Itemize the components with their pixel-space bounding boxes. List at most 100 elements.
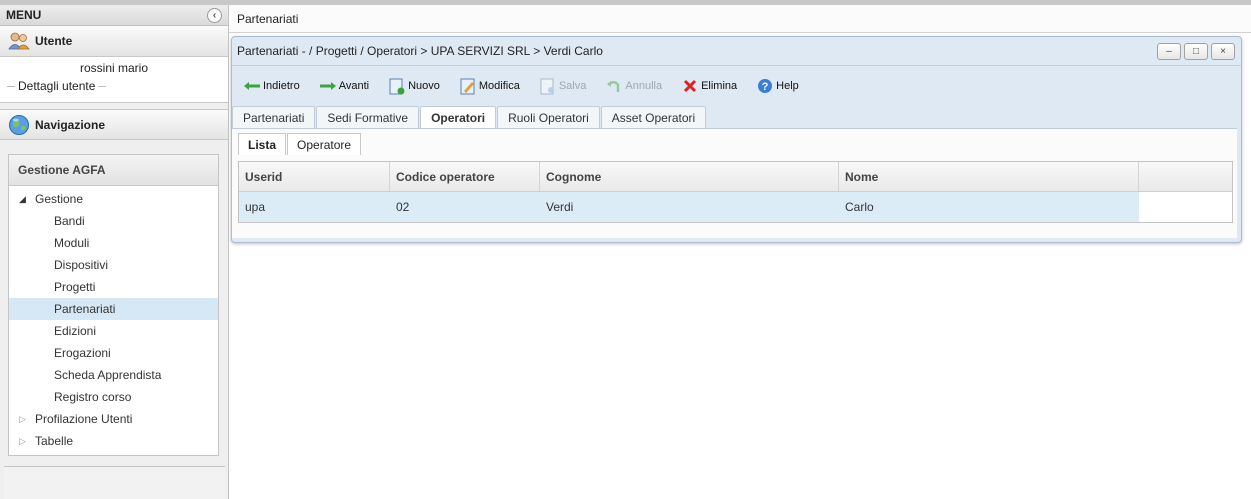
sub-tabs: Lista Operatore: [238, 133, 1233, 155]
save-button[interactable]: Salva: [539, 77, 587, 95]
forward-button[interactable]: Avanti: [319, 77, 369, 95]
tree-item-label: Scheda Apprendista: [54, 368, 162, 382]
tab-partenariati[interactable]: Partenariati: [232, 106, 316, 128]
new-document-icon: [388, 77, 406, 95]
user-details-row: Dettagli utente: [0, 79, 228, 93]
arrow-right-icon: [319, 77, 337, 95]
edit-icon: [459, 77, 477, 95]
utente-header[interactable]: Utente: [0, 26, 228, 57]
maximize-icon[interactable]: □: [1184, 43, 1208, 60]
navigation-tree: Gestione AGFA ◢ Gestione Bandi Moduli Di…: [8, 154, 219, 456]
tab-asset-operatori[interactable]: Asset Operatori: [600, 106, 707, 128]
cell-cognome: Verdi: [540, 192, 839, 222]
tab-operatori[interactable]: Operatori: [420, 106, 497, 128]
user-details-link[interactable]: Dettagli utente: [18, 79, 95, 93]
sidebar-bottom-panel: [4, 466, 225, 499]
tab-sedi-formative[interactable]: Sedi Formative: [316, 106, 420, 128]
column-header-nome[interactable]: Nome: [839, 162, 1139, 191]
operatori-panel: Lista Operatore Userid Codice operatore …: [232, 128, 1237, 238]
tree-item-moduli[interactable]: Moduli: [9, 232, 218, 254]
column-header-userid[interactable]: Userid: [239, 162, 390, 191]
tree-item-label: Bandi: [54, 214, 85, 228]
table-row[interactable]: upa 02 Verdi Carlo: [239, 192, 1232, 222]
tree-item-edizioni[interactable]: Edizioni: [9, 320, 218, 342]
tab-ruoli-operatori[interactable]: Ruoli Operatori: [497, 106, 600, 128]
toolbar: Indietro Avanti Nuovo Modifica Salva Ann…: [232, 66, 1241, 106]
divider: [7, 85, 15, 87]
tree-item-scheda-apprendista[interactable]: Scheda Apprendista: [9, 364, 218, 386]
column-header-codice-operatore[interactable]: Codice operatore: [390, 162, 540, 191]
divider: [98, 85, 107, 87]
tree-item-tabelle[interactable]: ▷ Tabelle: [9, 430, 218, 452]
tree-title: Gestione AGFA: [9, 155, 218, 186]
tree-item-gestione[interactable]: ◢ Gestione: [9, 188, 218, 210]
tree-item-label: Registro corso: [54, 390, 132, 404]
tree-item-label: Dispositivi: [54, 258, 109, 272]
tree-item-label: Partenariati: [54, 302, 116, 316]
minimize-icon[interactable]: –: [1157, 43, 1181, 60]
cancel-button[interactable]: Annulla: [605, 77, 662, 95]
menu-title: MENU: [6, 8, 42, 22]
delete-x-icon: [681, 77, 699, 95]
column-header-cognome[interactable]: Cognome: [540, 162, 839, 191]
tree-item-progetti[interactable]: Progetti: [9, 276, 218, 298]
back-label: Indietro: [263, 80, 300, 92]
tree-item-label: Erogazioni: [54, 346, 111, 360]
back-button[interactable]: Indietro: [243, 77, 300, 95]
undo-icon: [605, 77, 623, 95]
tree-item-label: Progetti: [54, 280, 96, 294]
delete-label: Elimina: [701, 80, 738, 92]
tree-item-label: Tabelle: [35, 434, 74, 448]
main-tabs: Partenariati Sedi Formative Operatori Ru…: [232, 106, 1241, 128]
cancel-label: Annulla: [625, 80, 663, 92]
collapsed-arrow-icon[interactable]: ▷: [19, 436, 35, 447]
cell-userid: upa: [239, 192, 390, 222]
main-area: Partenariati Partenariati - / Progetti /…: [229, 5, 1251, 499]
navigazione-header[interactable]: Navigazione: [0, 109, 228, 140]
main-tab-partenariati[interactable]: Partenariati: [237, 12, 298, 26]
tree-item-label: Gestione: [35, 192, 84, 206]
tree-item-bandi[interactable]: Bandi: [9, 210, 218, 232]
user-name: rossini mario: [79, 61, 148, 75]
cell-codice-operatore: 02: [390, 192, 540, 222]
collapsed-arrow-icon[interactable]: ▷: [19, 414, 35, 425]
subtab-operatore[interactable]: Operatore: [287, 133, 362, 155]
detail-window: Partenariati - / Progetti / Operatori > …: [231, 36, 1242, 243]
tree-item-dispositivi[interactable]: Dispositivi: [9, 254, 218, 276]
forward-label: Avanti: [338, 80, 370, 92]
expanded-arrow-icon[interactable]: ◢: [19, 194, 35, 205]
tree-item-label: Edizioni: [54, 324, 97, 338]
tree-item-label: Moduli: [54, 236, 90, 250]
tree-item-profilazione-utenti[interactable]: ▷ Profilazione Utenti: [9, 408, 218, 430]
help-label: Help: [776, 80, 799, 92]
window-title: Partenariati - / Progetti / Operatori > …: [237, 44, 603, 58]
tree-item-erogazioni[interactable]: Erogazioni: [9, 342, 218, 364]
new-button[interactable]: Nuovo: [388, 77, 440, 95]
tree-item-registro-corso[interactable]: Registro corso: [9, 386, 218, 408]
help-button[interactable]: ? Help: [756, 77, 799, 95]
delete-button[interactable]: Elimina: [681, 77, 737, 95]
close-icon[interactable]: ×: [1211, 43, 1235, 60]
globe-icon: [8, 114, 30, 136]
menu-header: MENU ‹: [0, 5, 228, 26]
save-label: Salva: [558, 80, 587, 92]
tree-item-label: Profilazione Utenti: [35, 412, 133, 426]
svg-text:?: ?: [762, 81, 769, 93]
subtab-lista[interactable]: Lista: [238, 133, 287, 155]
window-titlebar[interactable]: Partenariati - / Progetti / Operatori > …: [232, 37, 1241, 66]
collapse-sidebar-icon[interactable]: ‹: [207, 8, 222, 23]
utente-title: Utente: [35, 34, 73, 48]
cell-nome: Carlo: [839, 192, 1139, 222]
edit-button[interactable]: Modifica: [459, 77, 520, 95]
tree-item-partenariati[interactable]: Partenariati: [9, 298, 218, 320]
new-label: Nuovo: [408, 80, 440, 92]
arrow-left-icon: [243, 77, 261, 95]
navigazione-title: Navigazione: [35, 117, 106, 132]
operators-grid: Userid Codice operatore Cognome Nome upa…: [238, 161, 1233, 223]
save-icon: [539, 77, 557, 95]
main-tab-strip: Partenariati: [229, 5, 1251, 33]
users-icon: [8, 30, 30, 52]
edit-label: Modifica: [478, 80, 520, 92]
user-block: rossini mario Dettagli utente: [0, 57, 228, 103]
grid-header: Userid Codice operatore Cognome Nome: [239, 162, 1232, 192]
